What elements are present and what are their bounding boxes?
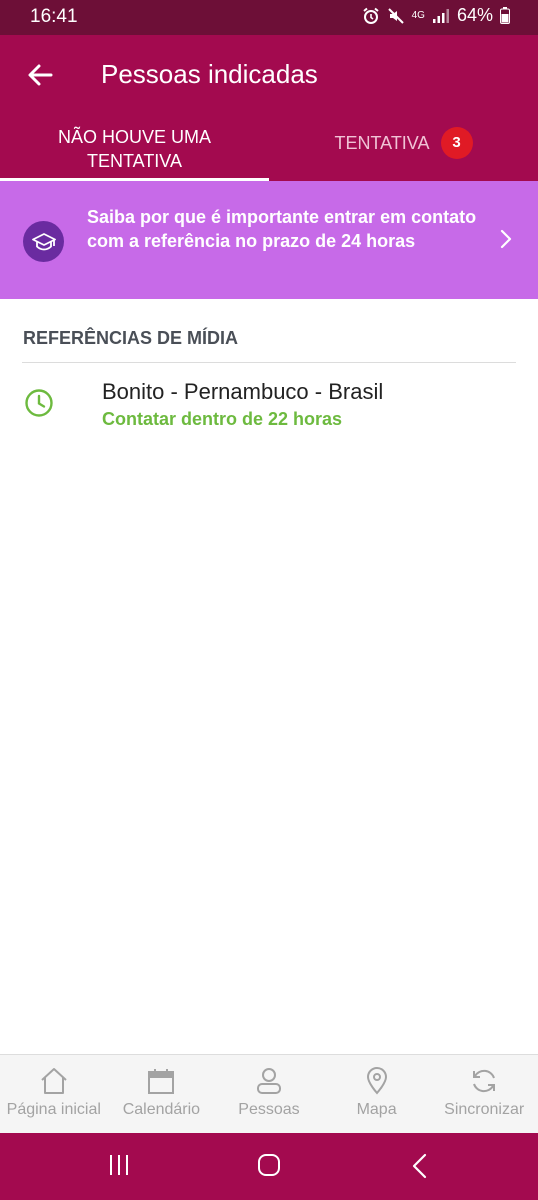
app-bar: Pessoas indicadas NÃO HOUVE UMA TENTATIV… [0, 35, 538, 181]
battery-percent: 64% [456, 5, 493, 25]
arrow-left-icon [28, 64, 53, 86]
tab-no-attempt-label: NÃO HOUVE UMA TENTATIVA [57, 127, 212, 171]
nav-item-calendar[interactable]: Calendário [108, 1055, 216, 1133]
page-title: Pessoas indicadas [101, 59, 318, 89]
home-button[interactable] [257, 1153, 281, 1182]
tab-attempt-label: TENTATIVA [334, 133, 430, 153]
info-banner[interactable]: Saiba por que é importante entrar em con… [0, 181, 538, 299]
mute-icon [387, 7, 405, 25]
nav-item-sync-label: Sincronizar [444, 1101, 525, 1118]
nav-item-calendar-label: Calendário [122, 1101, 201, 1118]
nav-item-map[interactable]: Mapa [323, 1055, 431, 1133]
banner-text: Saiba por que é importante entrar em con… [87, 207, 477, 251]
signal-icon [432, 8, 450, 24]
network-label: 4G [411, 9, 425, 21]
nav-item-home-label: Página inicial [6, 1101, 101, 1118]
list-item-subtitle: Contatar dentro de 22 horas [102, 409, 343, 429]
nav-item-home[interactable]: Página inicial [0, 1055, 108, 1133]
status-time: 16:41 [30, 6, 78, 27]
back-button[interactable] [22, 57, 58, 93]
graduation-cap-icon [23, 221, 64, 262]
person-icon [256, 1068, 281, 1094]
list-item-title: Bonito - Pernambuco - Brasil [102, 379, 384, 404]
home-icon [41, 1068, 67, 1094]
nav-item-sync[interactable]: Sincronizar [430, 1055, 538, 1133]
tab-attempt-badge: 3 [440, 127, 473, 159]
nav-item-map-label: Mapa [356, 1101, 397, 1118]
battery-icon [500, 7, 510, 24]
system-back-button[interactable] [410, 1153, 430, 1184]
calendar-icon [148, 1069, 175, 1094]
nav-item-people-label: Pessoas [238, 1101, 300, 1118]
chevron-left-icon [412, 1153, 427, 1179]
nav-item-people[interactable]: Pessoas [215, 1055, 323, 1133]
list-item[interactable]: Bonito - Pernambuco - Brasil Contatar de… [0, 370, 538, 440]
home-circle-icon [258, 1154, 280, 1176]
clock-icon [24, 388, 54, 423]
bottom-nav: Página inicial Calendário Pessoas Mapa S… [0, 1054, 538, 1133]
chevron-right-icon [500, 229, 512, 254]
recent-apps-button[interactable] [108, 1153, 132, 1182]
system-nav-bar [0, 1133, 538, 1200]
section-divider [22, 362, 516, 363]
sync-icon [473, 1069, 496, 1093]
status-icons: 4G 64% [362, 5, 510, 26]
status-bar: 16:41 4G 64% [0, 0, 538, 35]
recent-apps-icon [110, 1155, 128, 1175]
section-header: REFERÊNCIAS DE MÍDIA [23, 328, 239, 348]
tab-no-attempt[interactable]: NÃO HOUVE UMA TENTATIVA [0, 125, 269, 181]
alarm-icon [362, 7, 380, 25]
map-pin-icon [366, 1067, 387, 1095]
tab-attempt[interactable]: TENTATIVA 3 [269, 123, 538, 179]
